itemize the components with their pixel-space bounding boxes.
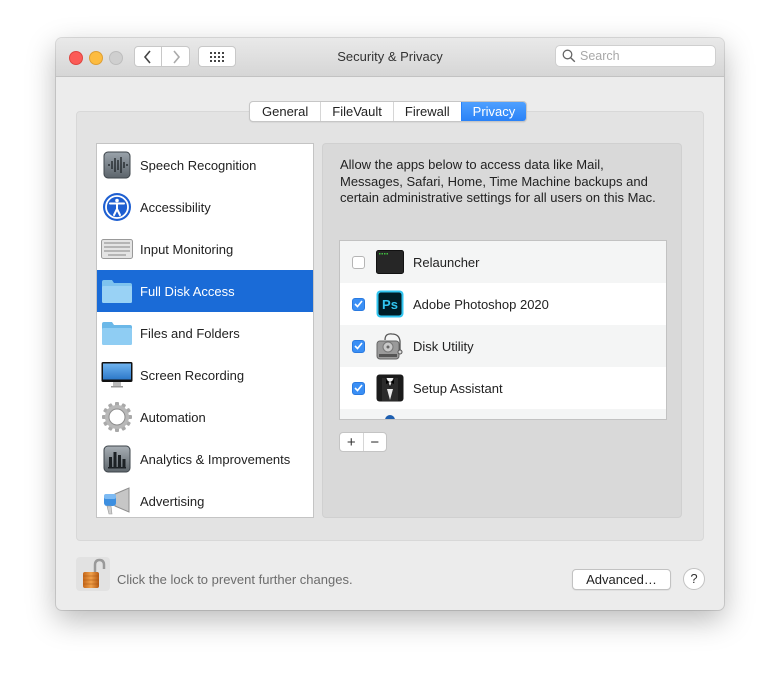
setup-assistant-icon bbox=[375, 373, 405, 403]
lock-button[interactable] bbox=[76, 557, 110, 591]
accessibility-icon bbox=[101, 191, 133, 223]
sidebar-item-input-monitoring[interactable]: Input Monitoring bbox=[97, 228, 313, 270]
sidebar-item-full-disk-access[interactable]: Full Disk Access bbox=[97, 270, 313, 312]
gear-icon bbox=[101, 401, 133, 433]
folder-icon bbox=[101, 275, 133, 307]
search-placeholder: Search bbox=[580, 49, 620, 63]
search-input[interactable]: Search bbox=[555, 45, 716, 67]
app-list[interactable]: Relauncher Ps Adobe Photoshop 2020 Disk … bbox=[339, 240, 667, 420]
app-checkbox[interactable] bbox=[352, 255, 365, 269]
unlocked-lock-icon bbox=[83, 558, 106, 588]
add-app-button[interactable]: + bbox=[340, 433, 363, 451]
checkmark-icon bbox=[354, 300, 363, 308]
permission-description: Allow the apps below to access data like… bbox=[340, 157, 656, 205]
sidebar-item-label: Speech Recognition bbox=[140, 157, 257, 173]
disk-utility-icon bbox=[375, 331, 405, 361]
tab-firewall[interactable]: Firewall bbox=[392, 102, 461, 121]
sidebar-item-label: Analytics & Improvements bbox=[140, 451, 291, 467]
tab-general[interactable]: General bbox=[250, 102, 320, 121]
sidebar-item-automation[interactable]: Automation bbox=[97, 396, 313, 438]
sidebar-item-label: Input Monitoring bbox=[140, 241, 234, 257]
display-icon bbox=[101, 359, 133, 391]
app-permissions-panel: Allow the apps below to access data like… bbox=[322, 143, 682, 518]
title-bar: Security & Privacy Search bbox=[56, 38, 724, 77]
photoshop-icon: Ps bbox=[375, 289, 405, 319]
app-row-partial bbox=[340, 409, 666, 419]
advanced-button[interactable]: Advanced… bbox=[572, 569, 671, 590]
add-remove-control: + − bbox=[339, 432, 387, 452]
sidebar-item-speech-recognition[interactable]: Speech Recognition bbox=[97, 144, 313, 186]
checkmark-icon bbox=[354, 384, 363, 392]
app-checkbox[interactable] bbox=[352, 297, 365, 311]
privacy-category-list: Speech Recognition Accessibility Input M… bbox=[96, 143, 314, 518]
svg-text:Ps: Ps bbox=[382, 297, 398, 312]
sidebar-item-label: Automation bbox=[140, 409, 206, 425]
folder-icon bbox=[101, 317, 133, 349]
remove-app-button[interactable]: − bbox=[362, 433, 387, 451]
app-name: Adobe Photoshop 2020 bbox=[413, 296, 549, 312]
sidebar-item-label: Screen Recording bbox=[140, 367, 245, 383]
lock-status-text: Click the lock to prevent further change… bbox=[117, 572, 353, 587]
app-row-disk-utility[interactable]: Disk Utility bbox=[340, 325, 666, 367]
app-checkbox[interactable] bbox=[352, 339, 365, 353]
megaphone-icon bbox=[101, 485, 133, 517]
sidebar-item-files-and-folders[interactable]: Files and Folders bbox=[97, 312, 313, 354]
app-checkbox[interactable] bbox=[352, 381, 365, 395]
app-row-relauncher[interactable]: Relauncher bbox=[340, 241, 666, 283]
app-name: Setup Assistant bbox=[413, 380, 503, 396]
tab-filevault[interactable]: FileVault bbox=[320, 102, 393, 121]
search-icon bbox=[562, 49, 576, 63]
security-privacy-window: Security & Privacy Search General FileVa… bbox=[56, 38, 724, 610]
app-row-photoshop[interactable]: Ps Adobe Photoshop 2020 bbox=[340, 283, 666, 325]
sidebar-item-label: Advertising bbox=[140, 493, 205, 509]
tab-bar: General FileVault Firewall Privacy bbox=[249, 101, 528, 122]
waveform-icon bbox=[101, 149, 133, 181]
keyboard-icon bbox=[101, 233, 133, 265]
sidebar-item-accessibility[interactable]: Accessibility bbox=[97, 186, 313, 228]
terminal-icon bbox=[375, 247, 405, 277]
checkmark-icon bbox=[354, 342, 363, 350]
sidebar-item-advertising[interactable]: Advertising bbox=[97, 480, 313, 522]
app-name: Disk Utility bbox=[413, 338, 474, 354]
sidebar-item-label: Full Disk Access bbox=[140, 283, 235, 299]
help-button[interactable]: ? bbox=[683, 568, 705, 590]
bar-chart-icon bbox=[101, 443, 133, 475]
tab-privacy[interactable]: Privacy bbox=[460, 102, 527, 121]
sidebar-item-label: Files and Folders bbox=[140, 325, 240, 341]
app-icon-partial bbox=[375, 415, 405, 419]
sidebar-item-screen-recording[interactable]: Screen Recording bbox=[97, 354, 313, 396]
sidebar-item-label: Accessibility bbox=[140, 199, 211, 215]
app-name: Relauncher bbox=[413, 254, 480, 270]
sidebar-item-analytics[interactable]: Analytics & Improvements bbox=[97, 438, 313, 480]
app-row-setup-assistant[interactable]: Setup Assistant bbox=[340, 367, 666, 409]
